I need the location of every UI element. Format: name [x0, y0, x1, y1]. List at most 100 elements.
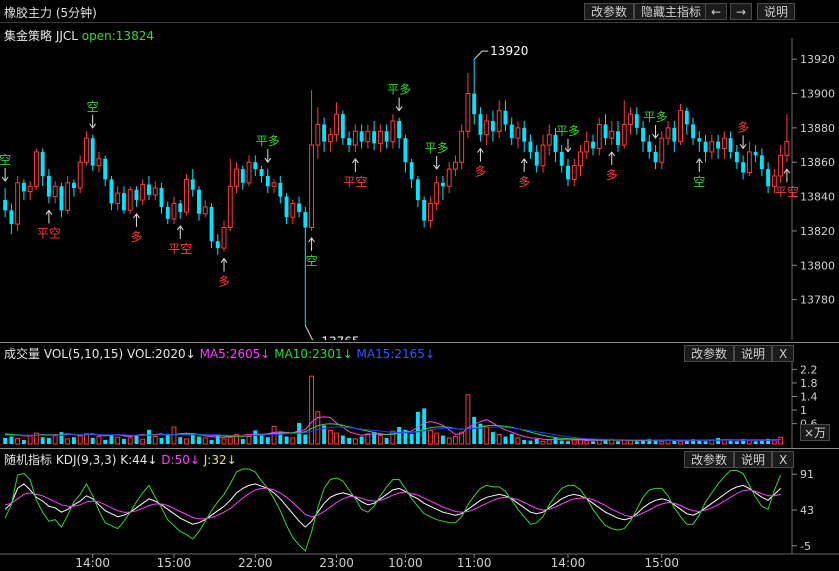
volume-bar: [584, 440, 590, 445]
kdj-edit-params-button[interactable]: 改参数: [684, 451, 735, 468]
volume-bar: [359, 436, 364, 444]
help-button[interactable]: 说明: [757, 3, 796, 20]
candle-body: [178, 203, 183, 213]
volume-bar: [65, 438, 71, 445]
kdj-j-value: J:32↓: [203, 453, 237, 467]
volume-bar: [315, 411, 321, 445]
kdj-d-value: D:50↓: [161, 453, 200, 467]
volume-bar: [347, 437, 352, 444]
volume-bar: [109, 434, 114, 444]
candle-body: [571, 165, 577, 180]
candle-body: [347, 138, 352, 146]
candle-body: [472, 93, 477, 115]
candle-body: [621, 123, 627, 146]
candle-body: [566, 165, 570, 180]
candle-body: [766, 169, 771, 187]
signal-label: 平多: [556, 124, 580, 138]
volume-bar: [90, 437, 95, 444]
volume-bar: [253, 430, 258, 444]
signal-label: 平多: [387, 83, 411, 97]
signal-label: 空: [306, 254, 318, 268]
candle-body: [741, 162, 746, 173]
volume-bar: [490, 432, 495, 444]
volume-bar: [221, 438, 227, 445]
volume-bar: [546, 439, 552, 445]
volume-bar: [202, 437, 208, 445]
volume-edit-params-button[interactable]: 改参数: [684, 345, 735, 362]
signal-label: 平多: [425, 141, 449, 155]
candle-body: [484, 120, 490, 136]
candle-body: [546, 134, 552, 146]
candle-body: [134, 189, 139, 201]
candle-body: [697, 138, 702, 142]
candle-body: [415, 179, 420, 201]
time-tick-label: 22:00: [238, 556, 273, 570]
volume-bar: [771, 440, 777, 445]
candle-body: [616, 131, 620, 146]
hide-main-indicator-button[interactable]: 隐藏主指标: [634, 3, 709, 20]
volume-bar: [515, 437, 521, 445]
candle-body: [140, 184, 146, 201]
volume-unit-button[interactable]: ×万: [800, 424, 831, 441]
candle-body: [522, 127, 527, 142]
volume-bar: [509, 433, 514, 444]
candle-body: [459, 130, 465, 163]
candle-body: [297, 203, 302, 213]
kdj-k-line: [4, 483, 781, 528]
candle-body: [234, 168, 239, 187]
kdj-close-button[interactable]: X: [772, 451, 795, 468]
kdj-tick-label: 43: [800, 504, 814, 517]
candle-body: [534, 151, 539, 166]
kdj-help-button[interactable]: 说明: [734, 451, 773, 468]
candle-body: [27, 185, 33, 192]
volume-bar: [678, 440, 683, 445]
volume-bar: [440, 435, 445, 444]
candle-body: [672, 127, 677, 142]
volume-bar: [265, 437, 270, 444]
scroll-left-button[interactable]: ←: [705, 3, 728, 20]
signal-label: 平多: [644, 110, 668, 124]
candle-body: [3, 200, 8, 211]
volume-bar: [178, 437, 183, 444]
scroll-right-button[interactable]: →: [730, 3, 753, 20]
kdj-tick-label: 91: [800, 468, 814, 481]
candle-body: [628, 113, 633, 125]
volume-ma5: MA5:2605↓: [199, 347, 271, 361]
candle-body: [103, 158, 108, 180]
volume-bar: [465, 394, 471, 445]
volume-bar: [728, 440, 733, 444]
volume-close-button[interactable]: X: [772, 345, 795, 362]
candle-body: [528, 141, 533, 152]
edit-params-button[interactable]: 改参数: [584, 3, 635, 20]
volume-bar: [327, 429, 333, 445]
kdj-panel-header: 随机指标 KDJ(9,3,3) K:44↓ D:50↓ J:32↓ 改参数 说明…: [0, 448, 839, 468]
volume-bar: [271, 425, 277, 445]
candle-body: [165, 206, 170, 219]
candle-body: [691, 124, 696, 139]
candle-body: [496, 110, 502, 132]
candle-body: [728, 138, 733, 152]
signal-label: 多: [518, 175, 530, 189]
signal-label: 平空: [343, 175, 367, 189]
high-price-marker: [473, 50, 489, 60]
candle-body: [746, 151, 752, 174]
time-tick-label: 10:00: [388, 556, 423, 570]
volume-help-button[interactable]: 说明: [734, 345, 773, 362]
volume-ma15: MA15:2165↓: [356, 347, 435, 361]
candle-body: [284, 196, 289, 218]
candle-body: [46, 175, 51, 197]
volume-bar: [103, 439, 108, 444]
price-tick-label: 13820: [800, 225, 835, 238]
candle-body: [359, 131, 364, 142]
price-tick-label: 13780: [800, 294, 835, 307]
candle-body: [446, 168, 452, 187]
volume-bar: [227, 436, 233, 445]
volume-bar: [434, 432, 440, 445]
candle-body: [115, 192, 121, 204]
candle-body: [334, 113, 340, 136]
price-tick-label: 13860: [800, 156, 835, 169]
kdj-k-value: K:44↓: [120, 453, 158, 467]
candle-body: [778, 154, 784, 177]
signal-label: 多: [606, 168, 618, 182]
volume-bar: [528, 440, 533, 444]
